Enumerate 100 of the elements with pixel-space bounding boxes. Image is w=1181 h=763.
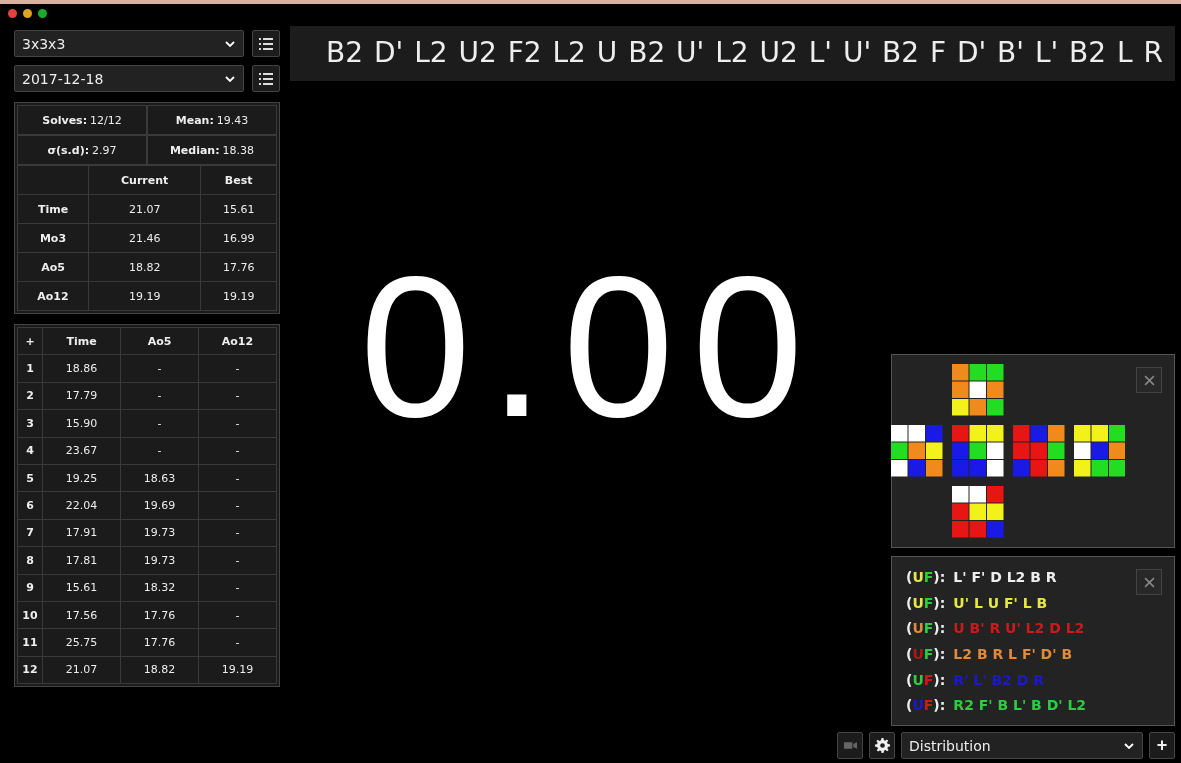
table-cell: -: [120, 354, 199, 383]
list-button[interactable]: [252, 65, 280, 92]
table-cell: -: [198, 437, 277, 465]
table-cell: 17.81: [42, 546, 121, 574]
column-header: Time: [42, 327, 121, 355]
row-index: 1: [17, 354, 43, 383]
list-icon: [259, 37, 273, 50]
summary-stat: Mean: 19.43: [147, 105, 277, 135]
row-index: 4: [17, 437, 43, 465]
column-header: Best: [200, 165, 277, 195]
cross-orientation-label: (UF):: [906, 697, 946, 714]
chevron-down-icon: [225, 40, 235, 47]
row-index: 2: [17, 382, 43, 410]
row-index: 6: [17, 491, 43, 520]
table-cell: 19.73: [120, 546, 199, 574]
table-cell: 17.76: [200, 252, 277, 282]
cross-solution-moves: R' L' B2 D R: [953, 671, 1044, 688]
table-cell: 19.19: [88, 281, 201, 311]
table-cell: 15.61: [42, 574, 121, 602]
table-cell: -: [198, 601, 277, 629]
table-cell: -: [198, 354, 277, 383]
row-index: 5: [17, 464, 43, 492]
column-header: Ao5: [120, 327, 199, 355]
table-cell: 15.61: [200, 194, 277, 224]
table-cell: -: [198, 382, 277, 410]
table-cell: 19.73: [120, 519, 199, 547]
table-cell: -: [198, 546, 277, 574]
cross-orientation-label: (UF):: [906, 620, 946, 637]
summary-stat: Solves: 12/12: [17, 105, 147, 135]
cross-orientation-label: (UF):: [906, 568, 946, 585]
close-window-button[interactable]: [8, 8, 17, 18]
column-header: Current: [88, 165, 201, 195]
table-cell: 21.46: [88, 223, 201, 253]
cross-orientation-label: (UF):: [906, 671, 946, 688]
table-cell: 19.25: [42, 464, 121, 492]
row-index: 8: [17, 546, 43, 574]
minimize-window-button[interactable]: [23, 8, 32, 18]
close-icon: [1143, 374, 1155, 386]
table-cell: -: [120, 409, 199, 438]
row-header: Ao5: [17, 252, 89, 282]
cross-solution-moves: R2 F' B L' B D' L2: [953, 697, 1087, 714]
cross-solution-moves: L2 B R L F' D' B: [953, 645, 1073, 662]
cross-orientation-label: (UF):: [906, 645, 946, 662]
summary-stat: σ(s.d): 2.97: [17, 135, 147, 165]
close-icon: [1143, 576, 1155, 588]
cross-solution-moves: U' L U F' L B: [953, 594, 1048, 611]
add-time-button[interactable]: +: [17, 327, 43, 355]
table-cell: -: [198, 491, 277, 520]
table-cell: -: [198, 574, 277, 602]
chevron-down-icon: [1124, 742, 1134, 749]
column-header: Ao12: [198, 327, 277, 355]
row-index: 10: [17, 601, 43, 629]
table-cell: -: [198, 519, 277, 547]
table-cell: -: [198, 628, 277, 657]
camera-button[interactable]: [837, 732, 863, 759]
puzzle-dropdown[interactable]: 3x3x3: [14, 30, 244, 57]
settings-button[interactable]: [869, 732, 895, 759]
row-index: 7: [17, 519, 43, 547]
table-cell: -: [120, 437, 199, 465]
table-cell: -: [198, 409, 277, 438]
session-dropdown[interactable]: 2017-12-18: [14, 65, 244, 92]
close-button[interactable]: [1136, 367, 1162, 393]
table-cell: 23.67: [42, 437, 121, 465]
table-cell: 18.63: [120, 464, 199, 492]
table-cell: 18.82: [88, 252, 201, 282]
add-tool-button[interactable]: +: [1149, 732, 1175, 759]
table-cell: 22.04: [42, 491, 121, 520]
timer-display: 0.00: [359, 246, 822, 447]
table-cell: 17.76: [120, 628, 199, 657]
table-cell: -: [198, 464, 277, 492]
table-cell: 17.76: [120, 601, 199, 629]
table-cell: 17.79: [42, 382, 121, 410]
camera-icon: [843, 741, 857, 750]
list-icon: [259, 72, 273, 85]
chevron-down-icon: [225, 75, 235, 82]
cross-solution-moves: U B' R U' L2 D L2: [953, 620, 1085, 637]
settings-icon: [874, 738, 890, 753]
table-cell: 18.32: [120, 574, 199, 602]
row-index: 11: [17, 628, 43, 657]
table-cell: 19.19: [198, 656, 277, 684]
scramble-text: B2 D' L2 U2 F2 L2 U B2 U' L2 U2 L' U' B2 F D' B' L' B2 L R: [290, 26, 1175, 81]
maximize-window-button[interactable]: [38, 8, 47, 18]
row-header: Ao12: [17, 281, 89, 311]
cross-orientation-label: (UF):: [906, 594, 946, 611]
table-cell: 21.07: [42, 656, 121, 684]
table-cell: -: [120, 382, 199, 410]
close-button[interactable]: [1136, 569, 1162, 595]
table-cell: 17.91: [42, 519, 121, 547]
tool-dropdown[interactable]: Distribution: [901, 732, 1143, 759]
list-button[interactable]: [252, 30, 280, 57]
summary-stat: Median: 18.38: [147, 135, 277, 165]
row-index: 3: [17, 409, 43, 438]
table-cell: 21.07: [88, 194, 201, 224]
cross-solution-moves: L' F' D L2 B R: [953, 568, 1057, 585]
row-header: Time: [17, 194, 89, 224]
row-index: 9: [17, 574, 43, 602]
table-cell: 25.75: [42, 628, 121, 657]
table-cell: 17.56: [42, 601, 121, 629]
table-cell: 19.69: [120, 491, 199, 520]
table-cell: 16.99: [200, 223, 277, 253]
